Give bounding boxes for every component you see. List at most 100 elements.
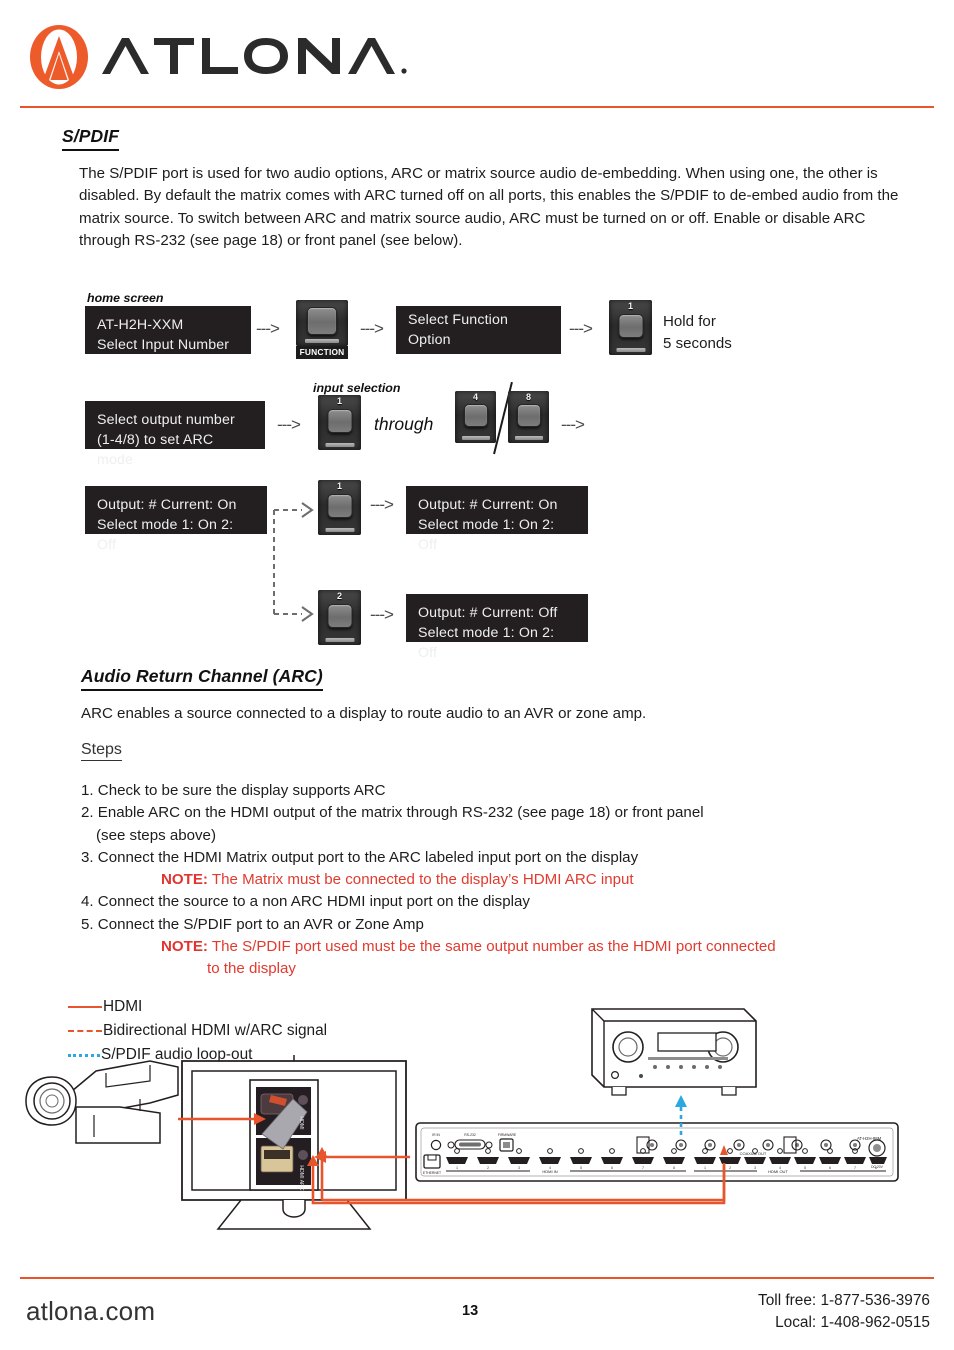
numeric-button-2-row4-digit: 2 [336,591,342,601]
footer-website[interactable]: atlona.com [26,1296,155,1327]
step-3-number: 3. [81,848,94,866]
numeric-button-1-row2[interactable]: 1 [318,395,361,450]
numeric-button-base [514,436,543,440]
footer-contact: Toll free: 1-877-536-3976 Local: 1-408-9… [758,1290,930,1334]
numeric-button-1-row3-digit: 1 [336,481,342,491]
tv-hdmi-arc-port-label: HDMI ARC [298,1165,304,1191]
matrix-rs232-label: RS-232 [464,1133,476,1137]
matrix-ethernet-label: ETHERNET [423,1171,441,1175]
numeric-button-base [325,638,354,642]
arc-heading: Audio Return Channel (ARC) [81,666,323,691]
page-root: S/PDIF The S/PDIF port is used for two a… [0,0,954,1350]
matrix-hdmi-in-label: HDMI IN [542,1169,557,1174]
steps-heading: Steps [81,741,122,761]
flow-arrow-1: ---> [256,319,280,338]
svg-text:3: 3 [518,1166,520,1170]
note-2-text: The S/PDIF port used must be the same ou… [211,938,776,956]
flow-arrow-2: ---> [360,319,384,338]
flow-arrow-7: ---> [370,605,394,624]
flow-arrow-6: ---> [370,495,394,514]
numeric-button-1-row3[interactable]: 1 [318,480,361,535]
numeric-button-cap [327,604,352,628]
matrix-dc-power-port: DC 20V [868,1139,886,1169]
step-5-number: 5. [81,915,94,933]
svg-text:5: 5 [580,1166,582,1170]
lcd-select-output: Select output number (1-4/8) to set ARC … [85,401,265,468]
flow-arrow-3: ---> [569,319,593,338]
step-item-4: 4. Connect the source to a non ARC HDMI … [81,891,921,913]
matrix-ir-in-label: IR IN [432,1133,440,1137]
through-label: through [374,414,434,434]
step-item-5: 5. Connect the S/PDIF port to an AVR or … [81,914,921,936]
svg-text:1: 1 [456,1166,458,1170]
note-1-text: The Matrix must be connected to the disp… [211,871,634,889]
header-rule [20,106,934,108]
matrix-model-label: AT-H2H-88M [857,1136,882,1141]
avr-receiver [591,1008,757,1096]
numeric-button-1-row2-digit: 1 [336,396,342,406]
tv-port-closeup: HDMI HDMI ARC [249,1079,319,1191]
numeric-button-1-row1-digit: 1 [627,301,633,311]
function-button-base [305,339,339,343]
note-1-label: NOTE: [161,871,208,889]
flow-arrow-5: ---> [561,415,585,434]
matrix-dc-label: DC 20V [871,1165,884,1169]
svg-text:2: 2 [487,1166,489,1170]
function-button-label: FUNCTION [296,346,348,359]
footer-rule [20,1277,934,1279]
step-2-text: Enable ARC on the HDMI output of the mat… [97,804,704,822]
numeric-button-cap [463,404,488,427]
numeric-button-8-digit: 8 [525,392,531,402]
svg-text:7: 7 [854,1166,856,1170]
step-2-number: 2. [81,804,94,822]
matrix-ethernet-port: ETHERNET [423,1154,441,1175]
numeric-button-1-row1[interactable]: 1 [609,300,652,355]
numeric-button-base [325,528,354,532]
step-1-text: Check to be sure the display supports AR… [97,782,386,799]
numeric-button-8[interactable]: 8 [508,391,549,443]
step-1-number: 1. [81,782,94,799]
spdif-heading: S/PDIF [62,126,119,151]
step-item-1: 1. Check to be sure the display supports… [81,780,921,802]
numeric-button-4[interactable]: 4 [455,391,496,443]
function-button[interactable] [296,300,348,346]
svg-text:8: 8 [673,1166,675,1170]
numeric-button-base [616,348,645,352]
matrix-rear-panel: IR IN RS-232 FIRMWARE ETHERNET 1 2 3 4 5… [415,1122,899,1182]
svg-text:3: 3 [754,1166,756,1170]
numeric-button-cap [516,404,541,427]
lcd-output-current-on: Output: # Current: On Select mode 1: On … [85,486,267,553]
step-4-number: 4. [81,893,94,911]
caption-home-screen: home screen [87,291,164,305]
arc-paragraph: ARC enables a source connected to a disp… [81,705,647,722]
svg-text:7: 7 [642,1166,644,1170]
lcd-select-function: Select Function Option [396,306,561,354]
note-1: NOTE: The Matrix must be connected to th… [81,869,921,891]
hold-for-5-seconds-text: Hold for 5 seconds [663,313,732,353]
step-3-text: Connect the HDMI Matrix output port to t… [97,848,639,866]
step-2-continuation: (see steps above) [96,826,216,844]
numeric-button-base [325,443,354,447]
numeric-button-cap [618,314,643,338]
atlona-logo [28,24,448,90]
atlona-wordmark [102,38,407,74]
numeric-button-2-row4[interactable]: 2 [318,590,361,645]
flow-arrow-4: ---> [277,415,301,434]
footer-page-number: 13 [462,1303,479,1319]
svg-text:2: 2 [729,1166,731,1170]
svg-text:1: 1 [704,1166,706,1170]
note-2-continuation: to the display [207,960,296,978]
note-2: NOTE: The S/PDIF port used must be the s… [81,936,921,958]
steps-list: 1. Check to be sure the display supports… [81,780,921,981]
numeric-button-4-digit: 4 [472,392,478,402]
lcd-output-result-on: Output: # Current: On Select mode 1: On … [406,486,588,553]
lcd-home-screen: AT-H2H-XXM Select Input Number [85,306,251,354]
footer-local: Local: 1-408-962-0515 [775,1314,930,1331]
matrix-firmware-label: FIRMWARE [498,1133,517,1137]
footer-toll-free: Toll free: 1-877-536-3976 [758,1292,930,1309]
matrix-coaxial-out-label: COAXIAL OUT [740,1151,767,1156]
atlona-logo-mark [30,25,88,89]
caption-input-selection: input selection [313,381,401,395]
numeric-button-cap [327,494,352,518]
lcd-output-result-off: Output: # Current: Off Select mode 1: On… [406,594,588,661]
